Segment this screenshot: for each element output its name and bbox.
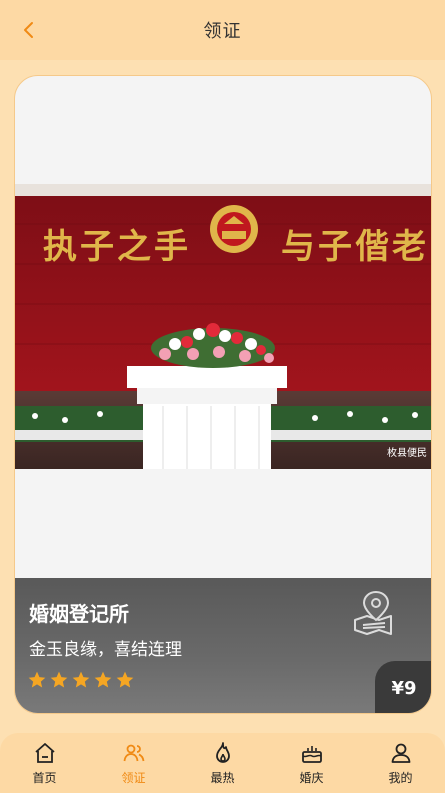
star-icon — [72, 671, 90, 688]
tab-label: 领证 — [121, 770, 146, 785]
photo-watermark: 枚县便民 — [387, 446, 427, 459]
users-icon — [123, 744, 144, 761]
user-icon — [391, 743, 410, 763]
cake-icon — [301, 745, 322, 763]
flame-icon — [215, 741, 230, 763]
place-name: 婚姻登记所 — [29, 602, 129, 626]
tab-item[interactable]: 首页 — [5, 735, 85, 791]
banner-right-text: 与子偕老 — [281, 227, 429, 267]
ceremony-photo: 执子之手 与子偕老 枚县便民 — [15, 184, 431, 469]
page-title: 领证 — [203, 21, 242, 42]
tab-item[interactable]: 最热 — [183, 735, 263, 791]
banner-left-text: 执子之手 — [43, 227, 191, 267]
tab-label: 首页 — [32, 770, 57, 785]
top-navigation-bar: 领证 — [0, 0, 445, 60]
rating-stars — [27, 670, 135, 690]
tab-label: 我的 — [388, 770, 413, 785]
star-icon — [94, 671, 112, 688]
info-panel: 婚姻登记所 金玉良缘，喜结连理 ¥9 — [15, 578, 431, 713]
tab-label: 婚庆 — [299, 770, 324, 785]
back-button[interactable] — [14, 15, 44, 45]
registry-office-card[interactable]: 执子之手 与子偕老 枚县便民 婚姻登记所 金玉良缘，喜结连理 ¥9 — [14, 75, 432, 714]
star-icon — [50, 671, 68, 688]
tab-item[interactable]: 领证 — [94, 735, 174, 791]
map-pin-icon[interactable] — [349, 590, 397, 636]
bottom-tab-bar: 首页 领证 最热 婚庆 我的 — [0, 733, 445, 793]
tab-label: 最热 — [210, 770, 235, 785]
tab-item[interactable]: 我的 — [361, 735, 441, 791]
tab-item[interactable]: 婚庆 — [272, 735, 352, 791]
price-badge[interactable]: ¥9 — [375, 661, 431, 713]
chevron-left-icon — [24, 22, 33, 38]
place-slogan: 金玉良缘，喜结连理 — [29, 640, 182, 660]
star-icon — [28, 671, 46, 688]
star-icon — [116, 671, 134, 688]
home-icon — [34, 742, 55, 763]
